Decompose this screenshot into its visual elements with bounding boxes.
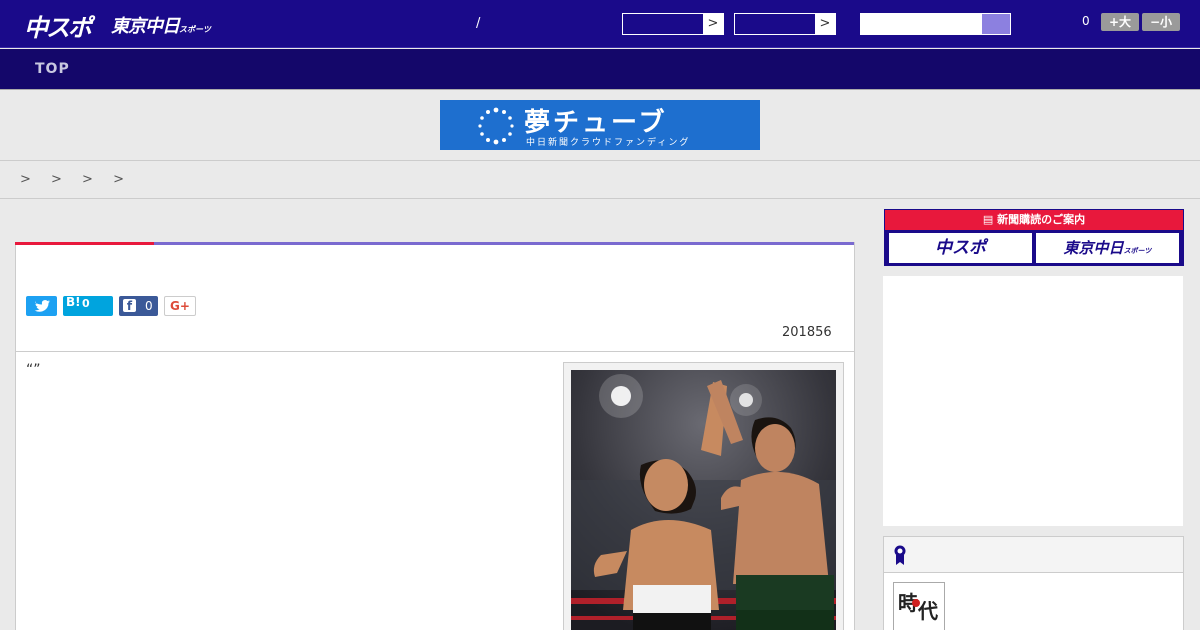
facebook-count: 0 [145,299,153,313]
date-separator: / [476,16,481,31]
search-input[interactable] [860,13,1011,35]
subscribe-tokyo-label: 東京中日 [1063,239,1124,257]
ranking-header [884,537,1183,573]
ranking-thumb-accent [912,599,920,607]
ranking-thumb-char-2: 代 [918,599,938,623]
chevron-right-icon: > [815,14,835,34]
subcategory-select[interactable]: > [734,13,836,35]
newspaper-icon: ▤ [982,213,998,226]
hatena-count: 0 [82,297,90,310]
tokyo-logo-small: スポーツ [179,25,211,34]
subscription-box: ▤ 新聞購読のご案内 中スポ 東京中日スポーツ [884,209,1184,266]
facebook-share-button[interactable]: f 0 [119,296,158,316]
article-accent-purple [154,242,854,245]
font-larger-button[interactable]: +大 [1101,13,1139,31]
tokyo-chunichi-logo[interactable]: 東京中日スポーツ [111,12,211,38]
subscribe-tokyo-small: スポーツ [1123,247,1152,255]
hatena-icon: B! [66,295,81,309]
chevron-right-icon: > [703,14,723,34]
site-header: 中スポ 東京中日スポーツ / > > 0 +大 −小 [0,0,1200,48]
article-divider [16,351,854,352]
article-photo[interactable] [571,370,836,630]
article-date: 201856 [782,325,832,340]
sidebar-ad-slot [883,276,1183,526]
chuspo-logo[interactable]: 中スポ [24,8,92,43]
banner-subtitle: 中日新聞クラウドファンディング [526,138,691,148]
breadcrumb: > > > > [0,160,1200,199]
gplus-icon: G+ [170,299,190,313]
gplus-share-button[interactable]: G+ [164,296,196,316]
category-select[interactable]: > [622,13,724,35]
subscribe-tokyo-chunichi-button[interactable]: 東京中日スポーツ [1036,233,1179,263]
search-button[interactable] [982,14,1010,34]
tokyo-logo-text: 東京中日 [111,16,180,37]
facebook-icon: f [123,299,136,313]
ranking-thumbnail[interactable]: 時 代 [893,582,945,630]
global-nav: TOP [0,49,1200,90]
twitter-icon [34,300,51,312]
font-smaller-button[interactable]: −小 [1142,13,1180,31]
subscription-heading: ▤ 新聞購読のご案内 [885,210,1183,230]
nav-item-top[interactable]: TOP [35,61,70,77]
subscribe-chuspo-button[interactable]: 中スポ [889,233,1032,263]
twitter-share-button[interactable] [26,296,57,316]
font-size-value: 0 [1082,14,1090,28]
article-quote: “” [26,362,41,378]
article-accent-red [15,242,154,245]
hatena-bookmark-button[interactable]: B! 0 [63,295,113,316]
ribbon-icon [894,545,906,565]
sidebar-ranking: 時 代 [883,536,1184,630]
yume-tube-banner[interactable]: 夢チューブ 中日新聞クラウドファンディング [440,100,760,150]
subscription-heading-text: 新聞購読のご案内 [997,213,1086,226]
boxing-photo-image [571,370,836,630]
dots-ring-icon [478,107,514,145]
breadcrumb-separators: > > > > [20,172,132,187]
banner-title: 夢チューブ [524,108,668,138]
